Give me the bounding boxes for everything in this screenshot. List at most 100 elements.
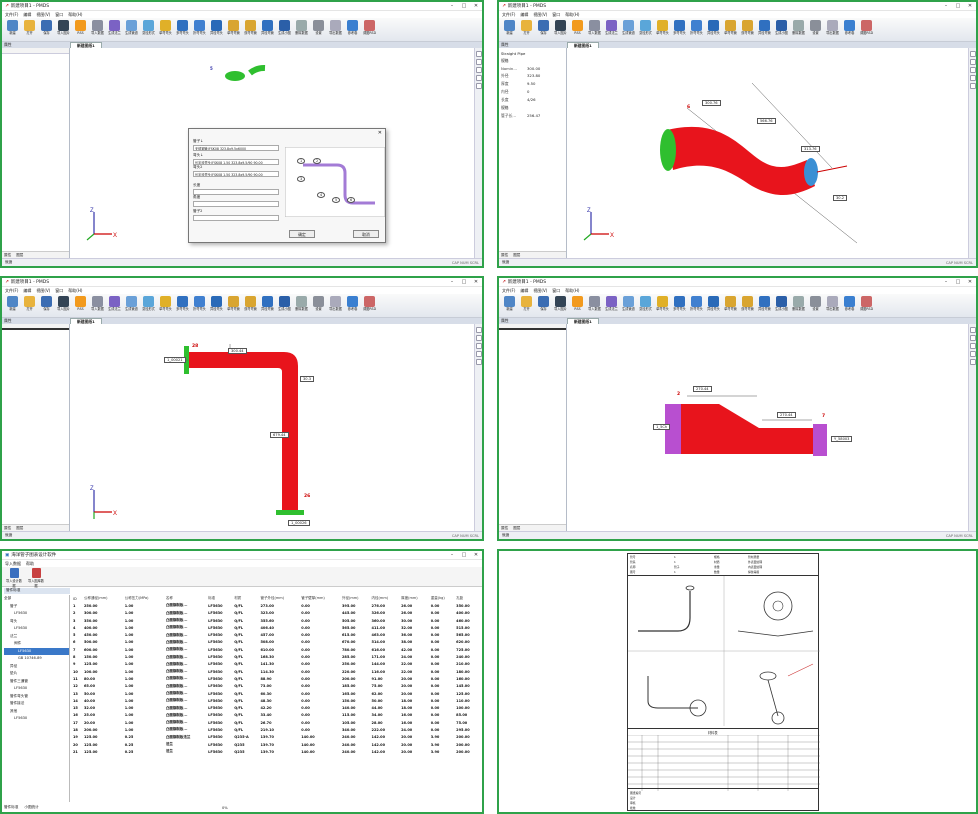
ribbon-button[interactable]: 参考卷: [842, 20, 857, 36]
tree-node[interactable]: 管件三通管: [4, 678, 69, 686]
tab-properties[interactable]: 属性: [501, 253, 508, 258]
tree-node[interactable]: 全部: [4, 595, 69, 603]
ribbon-button[interactable]: 折弯弯头: [192, 296, 207, 312]
menu-item[interactable]: 帮助(H): [68, 288, 82, 294]
prop-group[interactable]: 规格: [501, 57, 564, 65]
tree-node[interactable]: 弯头: [4, 618, 69, 626]
table-row[interactable]: 7 600.00 1.00 凸面钢制板... LF5630 Q/FL 610.00 0.00 7…: [72, 646, 480, 653]
ribbon-button[interactable]: 导入数据: [587, 296, 602, 312]
menu-item[interactable]: 文件(F): [502, 288, 515, 294]
tree-node[interactable]: LF5630: [4, 625, 69, 633]
close-icon[interactable]: ✕: [964, 279, 976, 285]
table-row[interactable]: 3 350.00 1.00 凸面钢制板... LF5630 Q/FL 355.60 0.00 5…: [72, 617, 480, 624]
table-row[interactable]: 6 500.00 1.00 凸面钢制板... LF5630 Q/FL 508.00 0.00 6…: [72, 639, 480, 646]
column-header[interactable]: 材质: [233, 595, 259, 602]
table-row[interactable]: 8 150.00 1.00 凸面钢制板... LF5630 Q/FL 168.30 0.00 2…: [72, 653, 480, 660]
tab-standards[interactable]: 管件标准: [4, 805, 18, 810]
minimize-icon[interactable]: –: [446, 3, 458, 9]
column-header[interactable]: 孔距: [455, 595, 480, 602]
tab-layers[interactable]: 图层: [16, 526, 23, 531]
tree-node[interactable]: GB 10746-89: [4, 655, 69, 663]
ribbon-button[interactable]: 折弯弯头: [192, 20, 207, 36]
ribbon-button[interactable]: 导出数据: [825, 296, 840, 312]
column-header[interactable]: 公称通径(mm): [83, 595, 124, 602]
column-header[interactable]: 标准: [207, 595, 233, 602]
tab-properties[interactable]: 属性: [4, 526, 11, 531]
minimize-icon[interactable]: –: [446, 552, 458, 558]
menu-item[interactable]: 编辑: [520, 12, 528, 18]
ribbon-button[interactable]: 导入图片: [56, 20, 71, 36]
ribbon-button[interactable]: 单弯弯管: [226, 296, 241, 312]
column-header[interactable]: 公称压力(MPa): [124, 595, 165, 602]
ribbon-button[interactable]: 单弯弯管: [723, 20, 738, 36]
ribbon-button[interactable]: 导出数据: [825, 20, 840, 36]
ribbon-button[interactable]: 双弯弯管: [243, 20, 258, 36]
table-row[interactable]: 10 100.00 1.00 凸面钢制板... LF5630 Q/FL 114.30 0.00…: [72, 668, 480, 675]
ribbon-button[interactable]: 多弯弯头: [175, 296, 190, 312]
ribbon-button[interactable]: 生成法兰: [107, 296, 122, 312]
ribbon-button[interactable]: 参考卷: [345, 296, 360, 312]
ribbon-button[interactable]: 变径形式: [141, 20, 156, 36]
prop-row[interactable]: 长度 4/26: [501, 96, 564, 104]
ribbon-button[interactable]: RSS: [73, 20, 88, 36]
ribbon-button[interactable]: 异径弯头: [209, 296, 224, 312]
ribbon-button[interactable]: 双弯弯管: [740, 20, 755, 36]
column-header[interactable]: 名称: [165, 595, 207, 602]
cancel-button[interactable]: 取消: [353, 230, 379, 238]
close-icon[interactable]: ✕: [470, 279, 482, 285]
table-row[interactable]: 19 125.00 0.25 凸面钢制板法兰 LF5630 Q235-A 139.70 140…: [72, 734, 480, 741]
view-tool-icon[interactable]: [969, 83, 976, 89]
prop-row[interactable]: 内径 0: [501, 88, 564, 96]
ribbon-button[interactable]: 参考卷: [345, 20, 360, 36]
3d-viewport[interactable]: 300.76 566.76 313.76 30.2 6 Z X: [567, 48, 968, 258]
ribbon-button[interactable]: 保存: [536, 296, 551, 312]
ribbon-button[interactable]: 变径形式: [638, 20, 653, 36]
tree-node[interactable]: LF5630: [4, 647, 69, 655]
column-header[interactable]: 内径(mm): [371, 595, 401, 602]
ribbon-button[interactable]: 生成法兰: [604, 296, 619, 312]
tree-node[interactable]: 其他: [4, 708, 69, 716]
table-row[interactable]: 21 125.00 0.25 法兰 LF5630 Q235 139.70 140.00 240.…: [72, 748, 480, 755]
menu-item[interactable]: 编辑: [23, 288, 31, 294]
prop-row[interactable]: 厚度 9.50: [501, 80, 564, 88]
maximize-icon[interactable]: □: [458, 552, 470, 558]
maximize-icon[interactable]: □: [952, 279, 964, 285]
close-icon[interactable]: ✕: [470, 3, 482, 9]
minimize-icon[interactable]: –: [446, 279, 458, 285]
tree-node[interactable]: LF5630: [4, 610, 69, 618]
view-tool-icon[interactable]: [969, 327, 976, 333]
column-header[interactable]: 外径(mm): [341, 595, 371, 602]
ribbon-button[interactable]: 设置: [808, 20, 823, 36]
ribbon-button[interactable]: 删除数据: [294, 296, 309, 312]
table-row[interactable]: 2 300.00 1.00 凸面钢制板... LF5630 Q/FL 323.00 0.00 4…: [72, 610, 480, 617]
view-tool-icon[interactable]: [475, 351, 482, 357]
tab-layers[interactable]: 图层: [16, 253, 23, 258]
menu-item[interactable]: 窗口: [552, 12, 560, 18]
column-header[interactable]: 重量(kg): [430, 595, 455, 602]
view-tool-icon[interactable]: [475, 59, 482, 65]
tree-node[interactable]: LF5630: [4, 715, 69, 723]
menu-item[interactable]: 帮助(H): [565, 288, 579, 294]
ribbon-button[interactable]: 异径弯管: [260, 20, 275, 36]
ok-button[interactable]: 确定: [289, 230, 315, 238]
view-tool-icon[interactable]: [475, 335, 482, 341]
ribbon-button[interactable]: 设置: [311, 296, 326, 312]
angle-input[interactable]: [193, 201, 279, 207]
menu-item[interactable]: 窗口: [55, 288, 63, 294]
tree-node[interactable]: 管件弯头管: [4, 693, 69, 701]
tab-layers[interactable]: 图层: [513, 526, 520, 531]
table-row[interactable]: 13 50.00 1.00 凸面钢制板... LF5630 Q/FL 60.30 0.00 16…: [72, 690, 480, 697]
ribbon-button[interactable]: RSS: [73, 296, 88, 312]
view-tool-icon[interactable]: [969, 75, 976, 81]
ribbon-button[interactable]: 打开: [519, 20, 534, 36]
ribbon-button[interactable]: 新建: [5, 296, 20, 312]
tree-node[interactable]: 管件接法: [4, 700, 69, 708]
tree-node[interactable]: 异径: [4, 663, 69, 671]
ribbon-button[interactable]: 异径弯头: [706, 296, 721, 312]
view-tool-icon[interactable]: [969, 67, 976, 73]
prop-row[interactable]: Nomin... 300.00: [501, 65, 564, 72]
table-row[interactable]: 18 200.00 1.00 凸面钢制板... LF5630 Q/FL 219.10 0.00…: [72, 726, 480, 733]
ribbon-button[interactable]: 生成管道: [621, 296, 636, 312]
pipe-select[interactable]: 无缝钢管(FSK08 323.8x9.5x6000: [193, 145, 279, 151]
ribbon-button[interactable]: RSS: [570, 296, 585, 312]
